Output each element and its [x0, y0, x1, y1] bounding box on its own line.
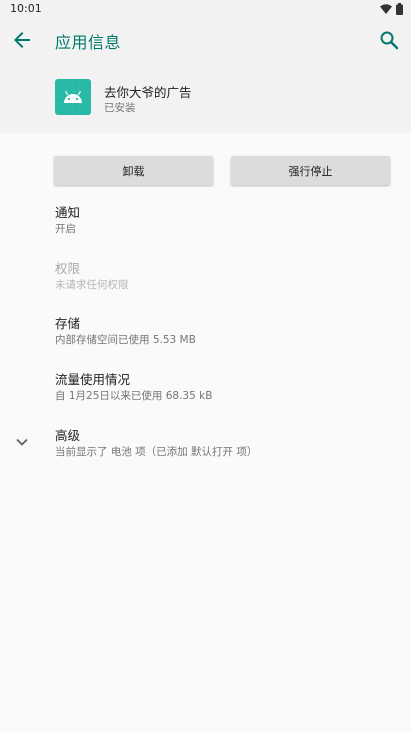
force-stop-button[interactable]: 强行停止 — [231, 156, 390, 185]
settings-item-notifications[interactable]: 通知 开启 — [55, 205, 395, 237]
app-header: 去你大爷的广告 已安装 — [0, 62, 411, 133]
chevron-down-icon[interactable] — [12, 432, 32, 452]
wifi-icon — [380, 4, 392, 14]
page-title: 应用信息 — [55, 33, 122, 52]
status-bar: 10:01 — [0, 0, 411, 18]
arrow-back-icon[interactable] — [10, 28, 34, 52]
settings-item-title: 流量使用情况 — [55, 372, 131, 387]
settings-item-summary: 自 1月25日以来已使用 68.35 kB — [55, 390, 213, 402]
battery-icon — [396, 3, 403, 15]
app-bar: 应用信息 — [0, 18, 411, 62]
settings-item-title: 高级 — [55, 428, 81, 443]
search-icon[interactable] — [377, 28, 401, 52]
settings-item-permissions: 权限 未请求任何权限 — [55, 261, 395, 293]
uninstall-button[interactable]: 卸载 — [54, 156, 213, 185]
settings-item-title: 通知 — [55, 205, 81, 220]
settings-item-title: 权限 — [55, 261, 81, 276]
settings-item-storage[interactable]: 存储 内部存储空间已使用 5.53 MB — [55, 316, 395, 348]
android-robot-icon — [55, 79, 91, 115]
app-install-status: 已安装 — [104, 102, 136, 114]
settings-item-summary: 开启 — [55, 223, 76, 235]
status-time: 10:01 — [10, 2, 42, 15]
settings-item-summary: 未请求任何权限 — [55, 279, 129, 291]
app-name: 去你大爷的广告 — [104, 85, 192, 100]
settings-item-title: 存储 — [55, 316, 81, 331]
settings-item-summary: 当前显示了 电池 项（已添加 默认打开 项） — [55, 446, 258, 458]
status-icons — [380, 3, 403, 15]
settings-item-summary: 内部存储空间已使用 5.53 MB — [55, 334, 196, 346]
settings-item-advanced[interactable]: 高级 当前显示了 电池 项（已添加 默认打开 项） — [55, 428, 395, 460]
settings-item-data-usage[interactable]: 流量使用情况 自 1月25日以来已使用 68.35 kB — [55, 372, 395, 404]
